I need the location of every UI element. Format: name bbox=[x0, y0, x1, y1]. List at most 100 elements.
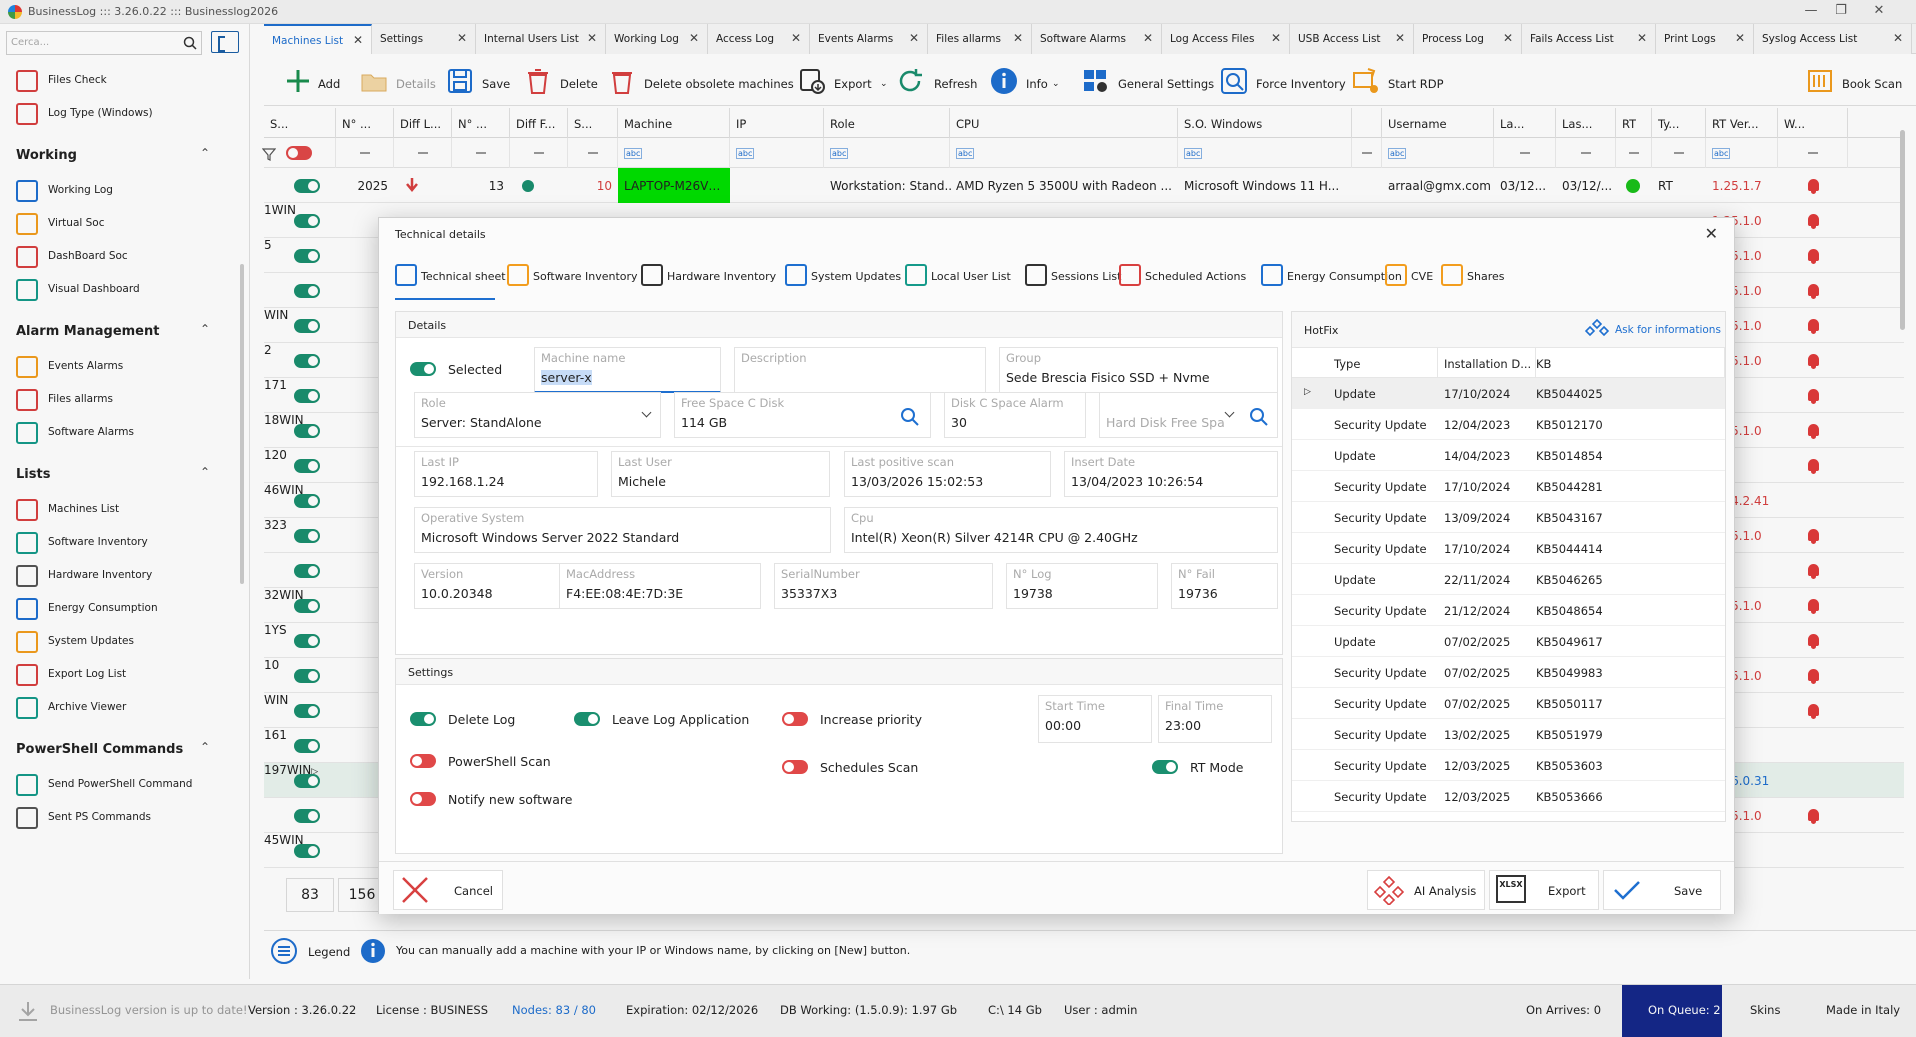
hotfix-row[interactable]: ▷ Update 17/10/2024 KB5044025 bbox=[1292, 378, 1725, 409]
hotfix-cell: KB5044025 bbox=[1536, 387, 1603, 401]
field-value: 192.168.1.24 bbox=[421, 474, 505, 489]
hotfix-column-label: KB bbox=[1536, 357, 1552, 371]
ai-diamond-icon bbox=[1374, 875, 1404, 905]
dialog-tab-label: System Updates bbox=[811, 270, 902, 283]
field-label: Description bbox=[741, 351, 807, 365]
insert-date-field[interactable]: Insert Date 13/04/2023 10:26:54 bbox=[1064, 451, 1278, 497]
hotfix-row[interactable]: Update 07/02/2025 KB5049617 bbox=[1292, 626, 1725, 657]
field-value: Microsoft Windows Server 2022 Standard bbox=[421, 530, 680, 545]
ask-info-button[interactable]: Ask for informations bbox=[1585, 318, 1721, 342]
ai-analysis-button[interactable]: AI Analysis bbox=[1367, 870, 1485, 910]
hotfix-row[interactable]: Security Update 17/10/2024 KB5044414 bbox=[1292, 533, 1725, 564]
nfail-field[interactable]: N° Fail 19736 bbox=[1171, 563, 1278, 609]
disk-alarm-field[interactable]: Disk C Space Alarm 30 bbox=[944, 392, 1086, 438]
search-icon[interactable] bbox=[900, 407, 920, 430]
cpu-field[interactable]: Cpu Intel(R) Xeon(R) Silver 4214R CPU @ 2… bbox=[844, 507, 1278, 553]
dialog-tab-cve[interactable]: CVE bbox=[1385, 254, 1435, 300]
last-user-field[interactable]: Last User Michele bbox=[611, 451, 830, 497]
hotfix-row[interactable]: Update 14/04/2023 KB5014854 bbox=[1292, 440, 1725, 471]
hotfix-cell: KB5043167 bbox=[1536, 511, 1603, 525]
hotfix-cell: 17/10/2024 bbox=[1444, 480, 1511, 494]
leave-log-toggle[interactable]: Leave Log Application bbox=[574, 709, 764, 729]
bulb-icon bbox=[1261, 264, 1283, 286]
cancel-button[interactable]: Cancel bbox=[393, 870, 503, 910]
hotfix-cell: 17/10/2024 bbox=[1444, 387, 1511, 401]
settings-title: Settings bbox=[408, 666, 454, 679]
increase-priority-toggle[interactable]: Increase priority bbox=[782, 709, 942, 729]
hotfix-cell: Update bbox=[1334, 573, 1376, 587]
field-label: Operative System bbox=[421, 511, 525, 525]
last-ip-field[interactable]: Last IP 192.168.1.24 bbox=[414, 451, 598, 497]
search-icon[interactable] bbox=[1249, 407, 1269, 430]
dropdown-chevron-icon[interactable] bbox=[641, 407, 652, 418]
dialog-tab-technical-sheet[interactable]: Technical sheet bbox=[395, 254, 506, 300]
field-value: 10.0.20348 bbox=[421, 586, 493, 601]
field-label: Last IP bbox=[421, 455, 459, 469]
hotfix-cell: KB5053666 bbox=[1536, 790, 1603, 804]
sheet-icon bbox=[395, 264, 417, 286]
dialog-title: Technical details bbox=[395, 228, 486, 241]
version-field[interactable]: Version 10.0.20348 bbox=[414, 563, 576, 609]
export-xlsx-button[interactable]: XLSX Export bbox=[1489, 870, 1599, 910]
dialog-tab-shares[interactable]: Shares bbox=[1441, 254, 1507, 300]
schedules-scan-toggle[interactable]: Schedules Scan bbox=[782, 757, 942, 777]
nlog-field[interactable]: N° Log 19738 bbox=[1006, 563, 1158, 609]
dialog-tab-software-inventory[interactable]: Software Inventory bbox=[507, 254, 638, 300]
hotfix-cell: Update bbox=[1334, 635, 1376, 649]
hotfix-cell: KB5044414 bbox=[1536, 542, 1603, 556]
hotfix-cell: Security Update bbox=[1334, 511, 1427, 525]
description-field[interactable]: Description bbox=[734, 347, 986, 393]
os-field[interactable]: Operative System Microsoft Windows Server… bbox=[414, 507, 831, 553]
dialog-tab-scheduled-actions[interactable]: Scheduled Actions bbox=[1119, 254, 1255, 300]
hotfix-row[interactable]: Update 22/11/2024 KB5046265 bbox=[1292, 564, 1725, 595]
dialog-tab-local-user-list[interactable]: Local User List bbox=[905, 254, 1017, 300]
hotfix-cell: KB5049617 bbox=[1536, 635, 1603, 649]
expand-row-icon[interactable]: ▷ bbox=[1304, 387, 1311, 397]
hotfix-row[interactable]: Security Update 12/03/2025 KB5053666 bbox=[1292, 781, 1725, 812]
details-panel: Details Selected Machine name server-x Des… bbox=[395, 311, 1283, 655]
sessions-icon bbox=[1025, 264, 1047, 286]
hotfix-cell: Security Update bbox=[1334, 480, 1427, 494]
mac-field[interactable]: MacAddress F4:EE:08:4E:7D:3E bbox=[559, 563, 761, 609]
hotfix-row[interactable]: Security Update 07/02/2025 KB5049983 bbox=[1292, 657, 1725, 688]
hotfix-cell: 14/04/2023 bbox=[1444, 449, 1511, 463]
hotfix-row[interactable]: Security Update 13/02/2025 KB5051979 bbox=[1292, 719, 1725, 750]
hotfix-row[interactable]: Security Update 13/09/2024 KB5043167 bbox=[1292, 502, 1725, 533]
start-time-field[interactable]: Start Time 00:00 bbox=[1038, 695, 1152, 743]
dialog-tab-label: Hardware Inventory bbox=[667, 270, 777, 283]
dialog-tab-sessions-list[interactable]: Sessions List bbox=[1025, 254, 1123, 300]
last-scan-field[interactable]: Last positive scan 13/03/2026 15:02:53 bbox=[844, 451, 1051, 497]
dialog-tab-label: Sessions List bbox=[1051, 270, 1122, 283]
rt-mode-toggle[interactable]: RT Mode bbox=[1152, 757, 1262, 777]
final-time-field[interactable]: Final Time 23:00 bbox=[1158, 695, 1272, 743]
group-field[interactable]: Group Sede Brescia Fisico SSD + Nvme bbox=[999, 347, 1278, 393]
dialog-tab-energy-consumption[interactable]: Energy Consumption bbox=[1261, 254, 1402, 300]
serial-field[interactable]: SerialNumber 35337X3 bbox=[774, 563, 993, 609]
role-field[interactable]: Role Server: StandAlone bbox=[414, 392, 661, 438]
dialog-tab-system-updates[interactable]: System Updates bbox=[785, 254, 901, 300]
dropdown-chevron-icon[interactable] bbox=[1224, 407, 1235, 418]
hotfix-row[interactable]: Security Update 07/02/2025 KB5050117 bbox=[1292, 688, 1725, 719]
dialog-close-button[interactable]: ✕ bbox=[1705, 224, 1718, 243]
hotfix-column-label: Installation D... bbox=[1444, 357, 1532, 371]
selected-toggle[interactable]: Selected bbox=[410, 359, 510, 379]
hotfix-row[interactable]: Security Update 21/12/2024 KB5048654 bbox=[1292, 595, 1725, 626]
machine-name-field[interactable]: Machine name server-x bbox=[534, 347, 721, 393]
hd-free-field[interactable]: Hard Disk Free Spa bbox=[1099, 392, 1278, 438]
hotfix-row[interactable]: Security Update 12/03/2025 KB5053603 bbox=[1292, 750, 1725, 781]
field-label: Machine name bbox=[541, 351, 626, 365]
hotfix-row[interactable]: Security Update 17/10/2024 KB5044281 bbox=[1292, 471, 1725, 502]
save-dialog-button[interactable]: Save bbox=[1603, 870, 1721, 910]
hotfix-column-header[interactable]: Installation D... bbox=[1438, 348, 1536, 378]
hotfix-cell: 07/02/2025 bbox=[1444, 666, 1511, 680]
delete-log-toggle[interactable]: Delete Log bbox=[410, 709, 540, 729]
hotfix-column-header[interactable]: Type bbox=[1328, 348, 1438, 378]
details-divider bbox=[396, 446, 1282, 447]
cve-icon bbox=[1385, 264, 1407, 286]
hotfix-row[interactable]: Security Update 12/04/2023 KB5012170 bbox=[1292, 409, 1725, 440]
notify-software-toggle[interactable]: Notify new software bbox=[410, 789, 590, 809]
dialog-tab-hardware-inventory[interactable]: Hardware Inventory bbox=[641, 254, 777, 300]
powershell-scan-toggle[interactable]: PowerShell Scan bbox=[410, 751, 570, 771]
free-space-field[interactable]: Free Space C Disk 114 GB bbox=[674, 392, 931, 438]
hotfix-column-header[interactable]: KB bbox=[1530, 348, 1725, 378]
